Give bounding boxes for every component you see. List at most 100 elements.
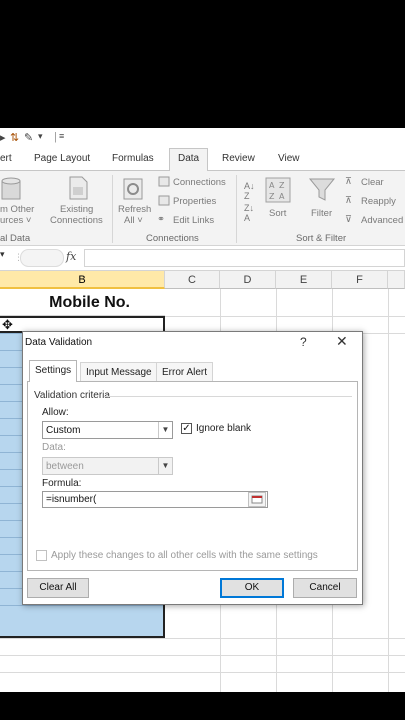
group-label-external-data: al Data bbox=[0, 233, 31, 244]
grid-line bbox=[0, 655, 405, 656]
cancel-button[interactable]: Cancel bbox=[293, 578, 357, 598]
other-sources-label-2[interactable]: urces ˅ bbox=[0, 215, 31, 226]
black-letterbox-bottom bbox=[0, 692, 405, 720]
grid-line bbox=[0, 638, 405, 639]
tab-view[interactable]: View bbox=[278, 153, 300, 164]
undo-icon[interactable]: ▸ bbox=[0, 131, 6, 144]
ok-button[interactable]: OK bbox=[220, 578, 284, 598]
insert-function-icon[interactable]: fx bbox=[66, 250, 76, 263]
formula-field[interactable]: =isnumber( bbox=[42, 491, 268, 508]
sort-label[interactable]: Sort bbox=[269, 208, 286, 219]
refresh-label-2[interactable]: All ˅ bbox=[124, 215, 143, 226]
allow-select-value: Custom bbox=[46, 425, 81, 436]
help-icon[interactable]: ? bbox=[300, 335, 307, 349]
svg-text:Z: Z bbox=[279, 181, 285, 190]
formula-field-value: =isnumber( bbox=[46, 494, 97, 505]
filter-icon[interactable] bbox=[308, 177, 336, 203]
refresh-label-1[interactable]: Refresh bbox=[118, 204, 151, 215]
black-letterbox-top bbox=[0, 0, 405, 128]
legend-line bbox=[104, 396, 352, 397]
connections-icon[interactable] bbox=[158, 176, 170, 187]
quick-access-toolbar: ▸ ⇅ ✎ ▾ | ≡ bbox=[0, 128, 405, 148]
qat-separator-icon: | bbox=[54, 131, 57, 143]
tab-insert[interactable]: ert bbox=[0, 153, 12, 164]
column-header-c[interactable]: C bbox=[165, 271, 220, 289]
formula-input[interactable] bbox=[84, 249, 405, 267]
data-select-value: between bbox=[46, 461, 84, 472]
other-sources-label-1[interactable]: m Other bbox=[0, 204, 34, 215]
ignore-blank-checkbox[interactable]: ✓ bbox=[181, 423, 192, 434]
tab-input-message[interactable]: Input Message bbox=[80, 362, 158, 381]
tab-formulas[interactable]: Formulas bbox=[112, 153, 154, 164]
ribbon-separator bbox=[236, 175, 237, 243]
formula-buttons-icon bbox=[20, 249, 64, 267]
chevron-down-icon: ▼ bbox=[158, 458, 172, 474]
column-header-f[interactable]: F bbox=[332, 271, 388, 289]
formula-label: Formula: bbox=[42, 478, 82, 489]
edit-links-item[interactable]: Edit Links bbox=[173, 215, 214, 226]
data-select: between ▼ bbox=[42, 457, 173, 475]
data-label: Data: bbox=[42, 442, 66, 453]
sort-quick-icon[interactable]: ⇅ bbox=[10, 131, 19, 144]
reapply-item[interactable]: Reapply bbox=[361, 196, 396, 207]
cursor-plus-icon: ✥ bbox=[2, 317, 13, 332]
apply-all-label: Apply these changes to all other cells w… bbox=[51, 550, 318, 561]
sort-az-icon[interactable]: A↓ Z bbox=[244, 181, 255, 201]
advanced-icon: ⊽ bbox=[345, 214, 352, 225]
formula-bar: ▾ ⋮ fx bbox=[0, 246, 405, 271]
edit-links-icon: ⚭ bbox=[157, 214, 165, 225]
customize-qat-icon[interactable]: ≡ bbox=[59, 131, 64, 141]
tab-page-layout[interactable]: Page Layout bbox=[34, 153, 90, 164]
column-header-d[interactable]: D bbox=[220, 271, 276, 289]
dialog-body: Settings Input Message Error Alert Valid… bbox=[27, 360, 358, 572]
paint-icon[interactable]: ✎ bbox=[24, 131, 33, 144]
tab-data[interactable]: Data bbox=[169, 148, 209, 171]
existing-connections-label-2[interactable]: Connections bbox=[50, 215, 103, 226]
chevron-down-icon[interactable]: ▼ bbox=[158, 422, 172, 438]
clear-filter-icon: ⊼ bbox=[345, 176, 352, 187]
grid-line bbox=[388, 289, 389, 692]
allow-label: Allow: bbox=[42, 407, 69, 418]
clear-all-button[interactable]: Clear All bbox=[27, 578, 89, 598]
dialog-title: Data Validation bbox=[25, 337, 93, 348]
dropdown-icon[interactable]: ▾ bbox=[38, 131, 43, 142]
ribbon-tabs: ert Page Layout Formulas Data Review Vie… bbox=[0, 148, 405, 171]
range-selector-button[interactable] bbox=[248, 492, 266, 507]
filter-label[interactable]: Filter bbox=[311, 208, 332, 219]
sort-dialog-icon[interactable]: AZ ZA bbox=[265, 177, 291, 203]
existing-connections-label-1[interactable]: Existing bbox=[60, 204, 93, 215]
tab-settings[interactable]: Settings bbox=[29, 360, 78, 382]
svg-text:A: A bbox=[279, 192, 285, 201]
group-label-connections: Connections bbox=[146, 233, 199, 244]
close-icon[interactable]: ✕ bbox=[336, 333, 348, 350]
connections-item[interactable]: Connections bbox=[173, 177, 226, 188]
ribbon-separator bbox=[112, 175, 113, 243]
existing-connections-icon[interactable] bbox=[66, 175, 90, 201]
grid-line bbox=[0, 672, 405, 673]
column-header-b[interactable]: B bbox=[0, 271, 165, 289]
refresh-icon[interactable] bbox=[122, 175, 146, 201]
allow-select[interactable]: Custom ▼ bbox=[42, 421, 173, 439]
range-selector-icon bbox=[251, 495, 263, 504]
cell-b1-header[interactable]: Mobile No. bbox=[0, 289, 165, 316]
column-header-g[interactable] bbox=[388, 271, 405, 289]
validation-criteria-legend: Validation criteria bbox=[34, 390, 110, 401]
sort-za-icon[interactable]: Z↓ A bbox=[244, 203, 254, 223]
clear-filter-item[interactable]: Clear bbox=[361, 177, 384, 188]
data-validation-dialog: Data Validation ? ✕ Settings Input Messa… bbox=[22, 331, 363, 605]
ignore-blank-label[interactable]: Ignore blank bbox=[196, 423, 251, 434]
column-header-e[interactable]: E bbox=[276, 271, 332, 289]
reapply-icon: ⊼ bbox=[345, 195, 352, 206]
tab-review[interactable]: Review bbox=[222, 153, 255, 164]
advanced-item[interactable]: Advanced bbox=[361, 215, 403, 226]
tab-error-alert[interactable]: Error Alert bbox=[156, 362, 214, 381]
group-label-sort-filter: Sort & Filter bbox=[296, 233, 347, 244]
properties-icon[interactable] bbox=[158, 195, 170, 206]
svg-text:A: A bbox=[269, 181, 275, 190]
other-sources-icon[interactable] bbox=[0, 175, 24, 201]
properties-item[interactable]: Properties bbox=[173, 196, 216, 207]
svg-text:Z: Z bbox=[269, 192, 275, 201]
ribbon-data: m Other urces ˅ Existing Connections Ref… bbox=[0, 170, 405, 246]
settings-panel: Validation criteria Allow: Custom ▼ ✓ Ig… bbox=[27, 381, 358, 571]
apply-all-checkbox[interactable] bbox=[36, 550, 47, 561]
